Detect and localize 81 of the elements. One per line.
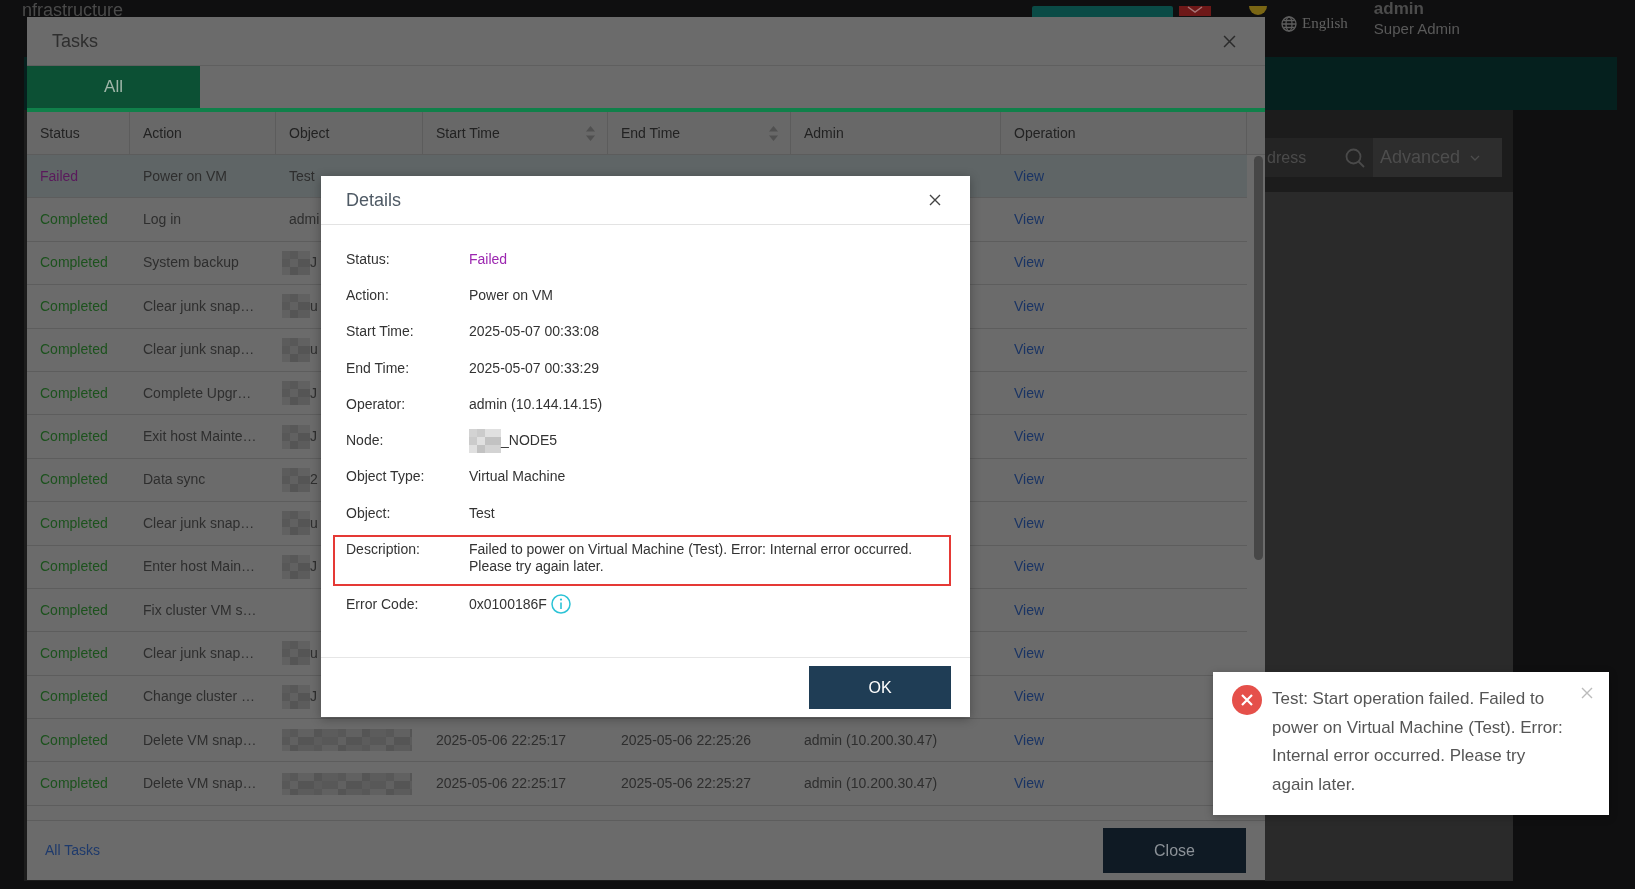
table-cell: System backup <box>143 254 239 271</box>
table-cell: 2025-05-06 22:25:27 <box>621 775 751 792</box>
app-title: nfrastructure <box>22 1 124 19</box>
field-label: End Time: <box>346 358 411 378</box>
table-cell-text: u <box>310 513 318 533</box>
status-text: Completed <box>40 775 108 792</box>
field-value: _NODE5 <box>501 431 558 451</box>
status-value: Failed <box>469 249 508 269</box>
field-label: Object Type: <box>346 467 426 487</box>
status-text: Completed <box>40 471 108 488</box>
table-cell-text: admi <box>289 210 320 230</box>
field-value: 0x0100186F <box>469 594 547 614</box>
table-cell-text: J <box>310 557 317 577</box>
table-cell: Data sync <box>143 471 206 488</box>
table-cell: Exit host Mainte… <box>143 428 257 445</box>
field-label: Start Time: <box>346 322 415 342</box>
table-cell: Fix cluster VM s… <box>143 601 257 618</box>
column-header: Action <box>143 123 182 143</box>
table-cell-text: Test <box>289 166 315 186</box>
notification-message: Test: Start operation failed. Failed to power on Virtual Machine (Test). Error: Internal error occurred. Please try again later. <box>1272 688 1564 797</box>
field-value: Power on VM <box>469 285 554 305</box>
field-label: Operator: <box>346 394 407 414</box>
field-label: Description: <box>346 540 421 558</box>
status-text: Completed <box>40 341 108 358</box>
user-role: Super Admin <box>1373 20 1460 37</box>
table-cell: Power on VM <box>143 167 228 184</box>
table-cell: Complete Upgr… <box>143 384 252 401</box>
column-header: Status <box>40 123 80 143</box>
status-text: Completed <box>40 731 108 748</box>
status-text: Completed <box>40 645 108 661</box>
status-text: Completed <box>40 514 108 531</box>
table-cell-text: J <box>310 427 317 447</box>
table-cell: Clear junk snap… <box>143 341 255 358</box>
table-cell-text: J <box>310 687 317 707</box>
status-text: Completed <box>40 211 108 228</box>
table-cell-text: J <box>310 253 317 273</box>
field-value: 2025-05-07 00:33:08 <box>469 322 599 342</box>
table-cell: admin (10.200.30.47) <box>804 731 938 748</box>
dialog-title: Tasks <box>52 29 98 53</box>
table-cell: Clear junk snap… <box>143 297 255 314</box>
user-name: admin <box>1373 0 1425 17</box>
status-text: Failed <box>40 167 79 184</box>
table-cell: 2025-05-06 22:25:17 <box>436 731 566 748</box>
table-cell-text: J <box>310 383 317 403</box>
status-text: Completed <box>40 601 108 618</box>
table-cell: Change cluster … <box>143 688 256 705</box>
table-cell: Enter host Main… <box>143 558 256 575</box>
field-value: Virtual Machine <box>469 467 566 487</box>
table-cell-text: u <box>310 296 318 316</box>
field-value: Failed to power on Virtual Machine (Test). Error: Internal error occurred. Please try again later. <box>469 540 914 575</box>
status-text: Completed <box>40 428 108 445</box>
table-cell-text: u <box>310 644 318 663</box>
column-header: End Time <box>621 123 681 143</box>
column-header: Object <box>289 123 330 143</box>
status-text: Completed <box>40 297 108 314</box>
field-value: admin (10.144.14.15) <box>469 394 603 414</box>
field-value: 2025-05-07 00:33:29 <box>469 358 599 378</box>
field-label: Action: <box>346 285 390 305</box>
field-value: Test <box>469 503 495 523</box>
table-cell: 2025-05-06 22:25:26 <box>621 731 751 748</box>
field-label: Node: <box>346 431 385 451</box>
column-header: Operation <box>1014 123 1076 143</box>
column-header: Start Time <box>436 123 500 143</box>
field-label: Status: <box>346 249 391 269</box>
column-header: Admin <box>804 123 844 143</box>
status-text: Completed <box>40 384 108 401</box>
table-cell: Clear junk snap… <box>143 645 255 661</box>
table-cell: Clear junk snap… <box>143 514 255 531</box>
table-cell-text: u <box>310 340 318 360</box>
table-cell: admin (10.200.30.47) <box>804 775 938 792</box>
status-text: Completed <box>40 254 108 271</box>
table-cell-text: 2 <box>310 470 318 490</box>
field-label: Error Code: <box>346 594 420 614</box>
table-cell: Log in <box>143 211 182 228</box>
table-cell: 2025-05-06 22:25:17 <box>436 775 566 792</box>
status-text: Completed <box>40 558 108 575</box>
status-text: Completed <box>40 688 108 705</box>
dialog-title: Details <box>346 188 402 212</box>
table-cell: Delete VM snap… <box>143 775 257 792</box>
table-cell: Delete VM snap… <box>143 731 257 748</box>
field-label: Object: <box>346 503 392 523</box>
